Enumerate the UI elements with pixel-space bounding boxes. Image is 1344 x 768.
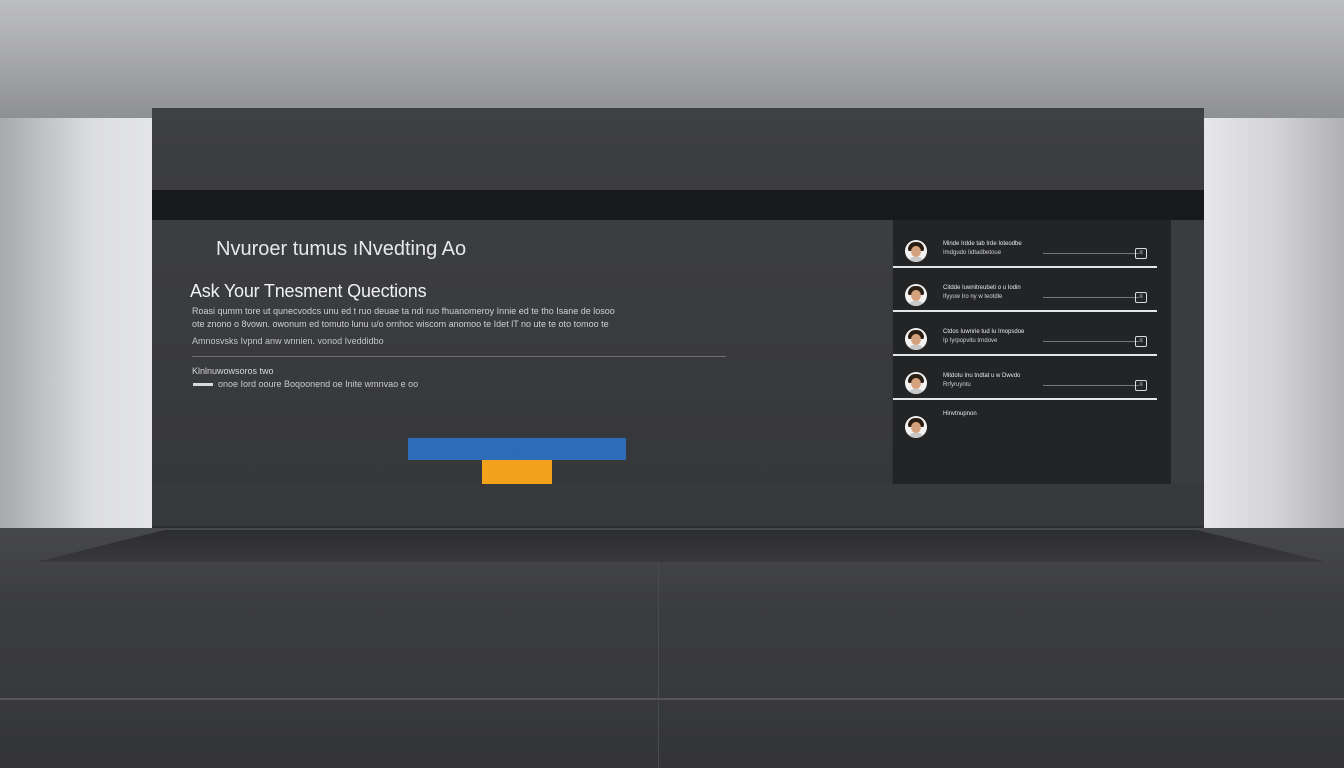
chat-item-underline [1043,297,1139,298]
avatar [905,372,927,394]
avatar [905,240,927,262]
app-title: Nvuroer tumus ıNvedting Ao [216,238,467,260]
chat-list-item[interactable]: Minde Irdde tab Irde Ioteodbe Imdgudo Ii… [893,224,1157,268]
question-section-label: Klnlnuwowsoros two [192,366,274,376]
floor-seam [658,562,659,768]
chat-item-title: Minde Irdde tab Irde Ioteodbe [943,241,1022,247]
window-top-bar [152,190,1204,220]
page-heading: Ask Your Tnesment Quections [190,281,427,301]
chat-item-title: Mitdotu Inu tndtat u w Dwvdo [943,373,1021,379]
ask-button-label: Ask [509,445,525,456]
chat-item-subtitle: Rrfyruyntu [943,382,971,388]
chat-list-item[interactable]: Citdde Iuwnitreubeti o u Iodin Ifyyuw Ir… [893,268,1157,312]
avatar [905,284,927,306]
room-wall-left [0,118,152,528]
submit-button[interactable]: Submit [482,460,552,484]
chat-item-underline [1043,385,1139,386]
question-input[interactable]: onoe Iord ooure Boqoonend oe Inite wmnva… [218,379,418,389]
chat-list-item[interactable]: Mitdotu Inu tndtat u w Dwvdo Rrfyruyntu … [893,356,1157,400]
floor-seam [0,698,1344,700]
avatar [905,328,927,350]
room-ceiling [0,0,1344,120]
chat-item-underline [1043,341,1139,342]
chat-icon[interactable]: ≡ [1135,292,1147,303]
chat-item-title: Ctdos Iuwnrie tud Iu Imopsdoe [943,329,1025,335]
room-floor [0,528,1344,768]
panel-edge [1171,220,1204,484]
text-cursor-marker [193,383,213,386]
chat-item-subtitle: Imdgudo Iidtadbetoue [943,250,1002,256]
chat-list-item[interactable]: Ctdos Iuwnrie tud Iu Imopsdoe Ip Iyrpopv… [893,312,1157,356]
chat-icon[interactable]: ≡ [1135,248,1147,259]
submit-button-label: Submit [502,468,531,479]
chat-history-panel: Minde Irdde tab Irde Ioteodbe Imdgudo Ii… [893,220,1171,484]
avatar [905,416,927,438]
chat-item-subtitle: Ip Iyrpopvitu trndove [943,338,998,344]
ask-button[interactable]: Ask [408,438,626,460]
chat-item-subtitle: Ifyyuw Iro ny w teotdle [943,294,1003,300]
room-wall-right [1204,118,1344,528]
intro-text-line: ote znono o 8vown. owonum ed tomuto lunu… [192,319,609,329]
chat-item-title: Hinvtnupnon [943,411,977,417]
chat-icon[interactable]: ≡ [1135,380,1147,391]
floor-platform [36,530,1326,562]
intro-text-line: Roasi qumm tore ut qunecvodcs unu ed t r… [192,306,615,316]
chat-list-item[interactable]: Hinvtnupnon [893,400,1157,444]
chat-icon[interactable]: ≡ [1135,336,1147,347]
intro-text-line: Amnosvsks Ivpnd anw wnnien. vonod Iveddi… [192,336,384,346]
divider [192,356,726,357]
screen-bottom-strip [152,484,1204,526]
chat-item-underline [1043,253,1139,254]
chat-item-title: Citdde Iuwnitreubeti o u Iodin [943,285,1021,291]
